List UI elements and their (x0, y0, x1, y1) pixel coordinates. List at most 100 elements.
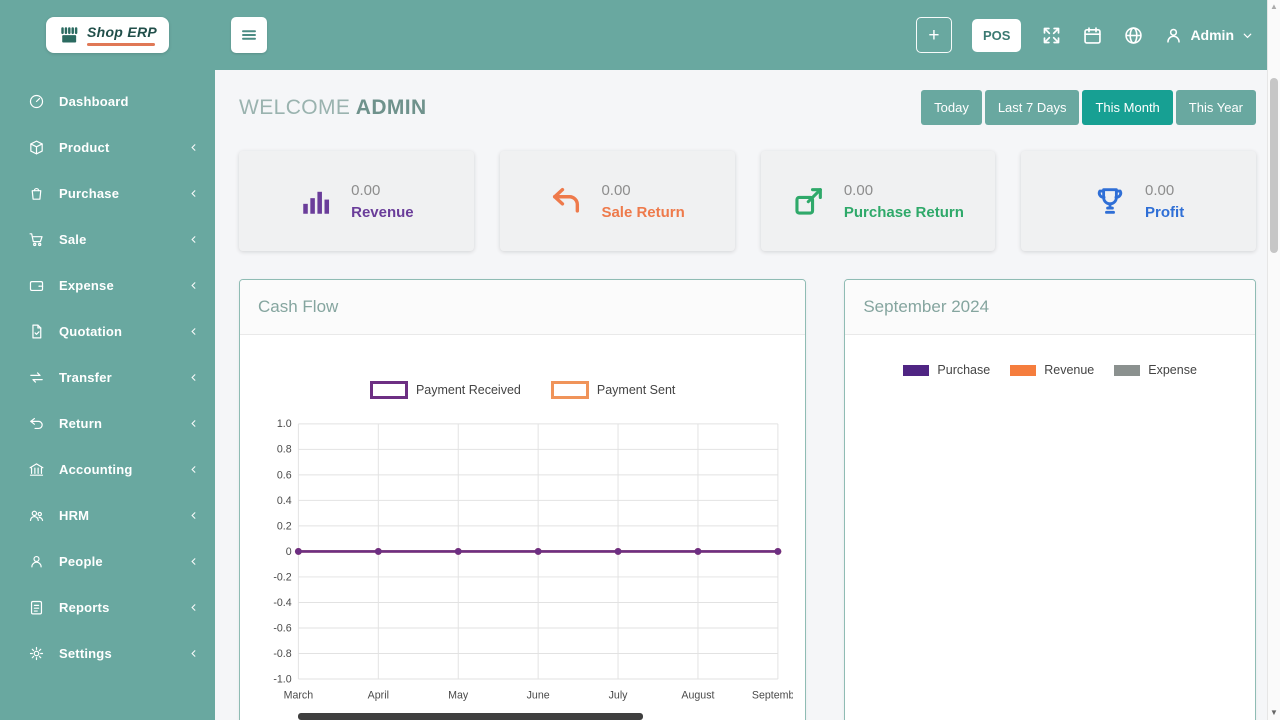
sidebar-item-dashboard[interactable]: Dashboard (0, 78, 215, 124)
dashboard-icon (28, 93, 45, 110)
sidebar-item-label: Reports (59, 599, 110, 615)
chevron-left-icon (188, 648, 199, 659)
svg-text:0.4: 0.4 (277, 495, 292, 507)
sidebar-item-label: Sale (59, 231, 87, 247)
svg-text:March: March (284, 689, 314, 701)
main-column: + POS Admin WELCOME ADMIN Today Last 7 D… (215, 0, 1280, 720)
app-title: Shop ERP (86, 24, 158, 40)
svg-text:May: May (448, 689, 469, 701)
quotation-icon (28, 323, 45, 340)
cash-flow-line-chart: 1.0 0.8 0.6 0.4 0.2 0 -0.2 -0.4 -0.6 -0.8 -1.0 Marc… (273, 418, 804, 701)
sidebar-item-return[interactable]: Return (0, 400, 215, 446)
sidebar-item-hrm[interactable]: HRM (0, 492, 215, 538)
filter-last-7-days[interactable]: Last 7 Days (984, 90, 1080, 125)
sidebar-item-label: Product (59, 139, 110, 155)
sidebar: Shop ERP Dashboard Product Purchase Sale (0, 0, 215, 720)
legend-item-payment-sent[interactable]: Payment Sent (550, 381, 676, 399)
september-chart-area (857, 383, 1243, 713)
panel-title: Cash Flow (258, 297, 339, 316)
legend-label: Payment Received (415, 383, 521, 397)
user-name: Admin (1190, 27, 1234, 43)
chevron-left-icon (188, 142, 199, 153)
legend-label: Expense (1148, 363, 1197, 377)
svg-text:-0.6: -0.6 (273, 622, 291, 634)
filter-this-month[interactable]: This Month (1082, 90, 1173, 125)
svg-text:0.6: 0.6 (277, 469, 292, 481)
svg-text:August: August (681, 689, 714, 701)
svg-text:April: April (368, 689, 389, 701)
september-2024-header: September 2024 (845, 280, 1255, 335)
legend-item-payment-received[interactable]: Payment Received (369, 381, 521, 399)
bar-chart-icon (299, 184, 333, 218)
horizontal-scrollbar-thumb[interactable] (298, 713, 643, 720)
payment-sent-swatch (550, 381, 589, 399)
sidebar-item-sale[interactable]: Sale (0, 216, 215, 262)
filter-today[interactable]: Today (921, 90, 982, 125)
cash-flow-panel: Cash Flow Payment Received Payment Sent (239, 279, 807, 720)
chevron-left-icon (188, 510, 199, 521)
sidebar-item-product[interactable]: Product (0, 124, 215, 170)
fullscreen-icon[interactable] (1041, 25, 1062, 46)
accounting-icon (28, 461, 45, 478)
pos-button[interactable]: POS (971, 18, 1022, 52)
payment-received-swatch (369, 381, 408, 399)
svg-text:-0.2: -0.2 (273, 571, 291, 583)
globe-icon[interactable] (1123, 25, 1144, 46)
scroll-up-arrow[interactable]: ▲ (1268, 2, 1280, 11)
people-icon (28, 553, 45, 570)
stat-card-sale-return: 0.00 Sale Return (499, 151, 735, 251)
cash-flow-chart: 1.0 0.8 0.6 0.4 0.2 0 -0.2 -0.4 -0.6 -0.8 -1.0 Marc… (252, 405, 804, 720)
legend-item-expense[interactable]: Expense (1114, 363, 1197, 377)
legend-label: Payment Sent (596, 383, 676, 397)
add-button[interactable]: + (915, 17, 952, 53)
stat-label: Sale Return (601, 203, 685, 221)
stat-value: 0.00 (351, 181, 381, 199)
page-title: WELCOME ADMIN (239, 96, 427, 120)
logo-area: Shop ERP (0, 0, 215, 70)
cash-flow-header: Cash Flow (240, 280, 806, 335)
legend-item-purchase[interactable]: Purchase (903, 363, 990, 377)
svg-text:1.0: 1.0 (277, 418, 292, 430)
scroll-down-arrow[interactable]: ▼ (1268, 708, 1280, 717)
chevron-left-icon (188, 464, 199, 475)
sidebar-item-transfer[interactable]: Transfer (0, 354, 215, 400)
hamburger-menu-button[interactable] (231, 17, 267, 53)
sidebar-item-label: Return (59, 415, 103, 431)
legend-label: Purchase (937, 363, 991, 377)
sidebar-item-reports[interactable]: Reports (0, 584, 215, 630)
undo-arrow-icon (549, 184, 583, 218)
stat-value: 0.00 (843, 181, 874, 199)
stat-label: Purchase Return (843, 203, 964, 221)
chevron-left-icon (188, 280, 199, 291)
hrm-icon (28, 507, 45, 524)
sidebar-item-accounting[interactable]: Accounting (0, 446, 215, 492)
settings-icon (28, 645, 45, 662)
sidebar-item-people[interactable]: People (0, 538, 215, 584)
panel-title: September 2024 (863, 297, 990, 316)
stat-card-profit: 0.00 Profit (1021, 151, 1256, 251)
sidebar-item-label: Purchase (59, 185, 120, 201)
user-menu[interactable]: Admin (1164, 26, 1254, 45)
trophy-icon (1093, 184, 1127, 218)
sidebar-item-settings[interactable]: Settings (0, 630, 215, 676)
sidebar-item-label: Quotation (59, 323, 123, 339)
logo-tagline (86, 43, 155, 46)
sidebar-item-expense[interactable]: Expense (0, 262, 215, 308)
expense-icon (28, 277, 45, 294)
vertical-scrollbar[interactable]: ▲ ▼ (1267, 0, 1280, 720)
sidebar-item-label: HRM (59, 507, 90, 523)
september-2024-panel: September 2024 Purchase Revenue Expense (844, 279, 1256, 720)
vertical-scrollbar-thumb[interactable] (1270, 78, 1278, 253)
calendar-icon[interactable] (1082, 25, 1103, 46)
legend-item-revenue[interactable]: Revenue (1010, 363, 1094, 377)
chevron-left-icon (188, 372, 199, 383)
sidebar-item-quotation[interactable]: Quotation (0, 308, 215, 354)
sidebar-item-purchase[interactable]: Purchase (0, 170, 215, 216)
topbar-actions: + POS Admin (915, 17, 1254, 53)
svg-text:0: 0 (286, 546, 292, 558)
purchase-swatch (903, 364, 930, 376)
filter-this-year[interactable]: This Year (1175, 90, 1256, 125)
app-logo[interactable]: Shop ERP (45, 17, 170, 53)
date-range-filters: Today Last 7 Days This Month This Year (921, 90, 1256, 125)
hamburger-icon (240, 26, 258, 44)
